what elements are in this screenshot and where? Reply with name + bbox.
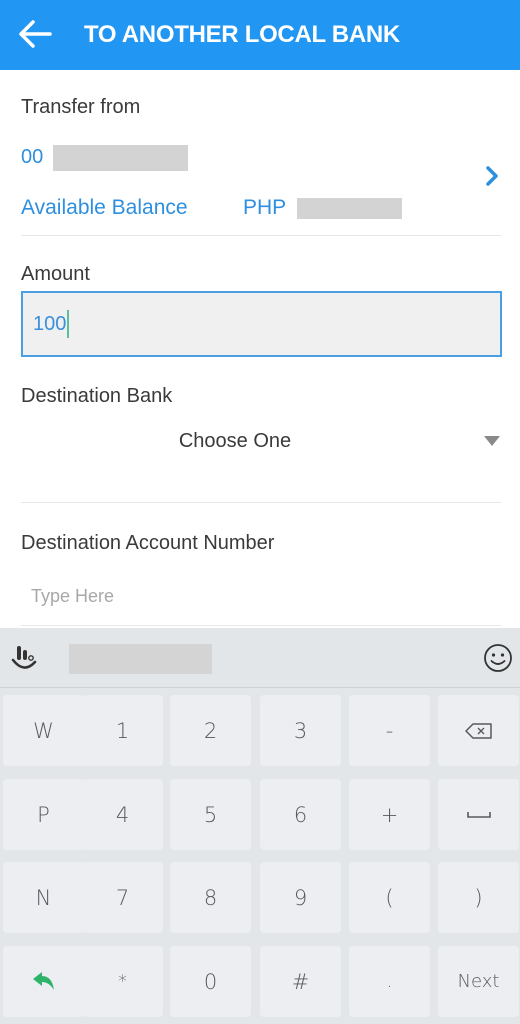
key-label: 2	[203, 718, 218, 743]
balance-currency: PHP	[243, 196, 287, 219]
available-balance-label: Available Balance	[21, 196, 188, 219]
back-button[interactable]	[14, 13, 56, 55]
destination-account-label: Destination Account Number	[21, 532, 275, 554]
key-hash[interactable]: #	[260, 946, 341, 1017]
key-label: 5	[203, 802, 218, 827]
keyboard: W 1 2 3 - P 4 5 6 + N 7 8 9 ( ) * 0 # . …	[0, 628, 520, 1024]
key-plus[interactable]: +	[349, 779, 430, 850]
key-minus[interactable]: -	[349, 695, 430, 766]
key-open-paren[interactable]: (	[349, 862, 430, 933]
key-3[interactable]: 3	[260, 695, 341, 766]
amount-input[interactable]: 100	[21, 291, 502, 357]
suggestion-bar[interactable]	[69, 644, 212, 674]
key-w[interactable]: W	[3, 695, 84, 766]
key-label: N	[35, 885, 52, 910]
key-p[interactable]: P	[3, 779, 84, 850]
backspace-icon	[464, 722, 492, 739]
source-account-selector[interactable]: 00 Available Balance PHP	[0, 140, 520, 230]
destination-bank-dropdown[interactable]: Choose One	[21, 420, 502, 468]
key-label: 4	[115, 802, 130, 827]
space-icon	[466, 811, 491, 818]
next-key[interactable]: Next	[438, 946, 519, 1017]
divider	[21, 235, 501, 236]
key-7[interactable]: 7	[82, 862, 163, 933]
key-label: 1	[115, 718, 130, 743]
destination-account-input[interactable]	[21, 576, 502, 616]
key-6[interactable]: 6	[260, 779, 341, 850]
key-label: (	[385, 885, 394, 910]
space-key[interactable]	[438, 779, 519, 850]
key-label: #	[291, 969, 310, 994]
text-cursor	[67, 310, 70, 338]
key-label: Next	[457, 971, 500, 992]
key-close-paren[interactable]: )	[438, 862, 519, 933]
chevron-right-icon	[486, 166, 498, 186]
key-label: P	[37, 802, 50, 827]
key-label: 3	[293, 718, 308, 743]
keypad: W 1 2 3 - P 4 5 6 + N 7 8 9 ( ) * 0 # . …	[0, 688, 520, 1024]
redacted-account-number	[53, 145, 188, 171]
key-label: 6	[293, 802, 308, 827]
back-key[interactable]	[3, 946, 84, 1017]
destination-bank-label: Destination Bank	[21, 385, 173, 407]
amount-value: 100	[33, 312, 67, 335]
key-9[interactable]: 9	[260, 862, 341, 933]
amount-label: Amount	[21, 263, 90, 285]
dropdown-arrow-icon	[484, 436, 500, 446]
key-label: 0	[203, 969, 218, 994]
keyboard-toolbar	[0, 628, 520, 688]
key-label: 7	[115, 885, 130, 910]
key-4[interactable]: 4	[82, 779, 163, 850]
key-label: +	[380, 802, 399, 827]
divider	[21, 625, 501, 626]
emoji-icon[interactable]	[482, 642, 514, 674]
key-0[interactable]: 0	[170, 946, 251, 1017]
redacted-balance	[297, 198, 402, 219]
key-label: 8	[203, 885, 218, 910]
key-label: )	[474, 885, 483, 910]
reply-arrow-icon	[32, 971, 54, 990]
key-1[interactable]: 1	[82, 695, 163, 766]
key-2[interactable]: 2	[170, 695, 251, 766]
key-n[interactable]: N	[3, 862, 84, 933]
source-account-number: 00	[21, 146, 44, 168]
key-8[interactable]: 8	[170, 862, 251, 933]
key-label: -	[385, 718, 394, 743]
key-label: .	[386, 971, 393, 992]
arrow-left-icon	[19, 20, 52, 48]
destination-bank-selected: Choose One	[178, 430, 292, 452]
key-period[interactable]: .	[349, 946, 430, 1017]
transfer-from-label: Transfer from	[21, 96, 141, 118]
key-label: *	[118, 971, 127, 992]
key-asterisk[interactable]: *	[82, 946, 163, 1017]
key-label: 9	[293, 885, 308, 910]
key-label: W	[33, 718, 54, 743]
divider	[21, 502, 501, 503]
page-title: TO ANOTHER LOCAL BANK	[84, 21, 400, 48]
keyboard-logo-icon[interactable]	[8, 642, 42, 676]
app-bar: TO ANOTHER LOCAL BANK	[0, 0, 520, 70]
backspace-key[interactable]	[438, 695, 519, 766]
key-5[interactable]: 5	[170, 779, 251, 850]
